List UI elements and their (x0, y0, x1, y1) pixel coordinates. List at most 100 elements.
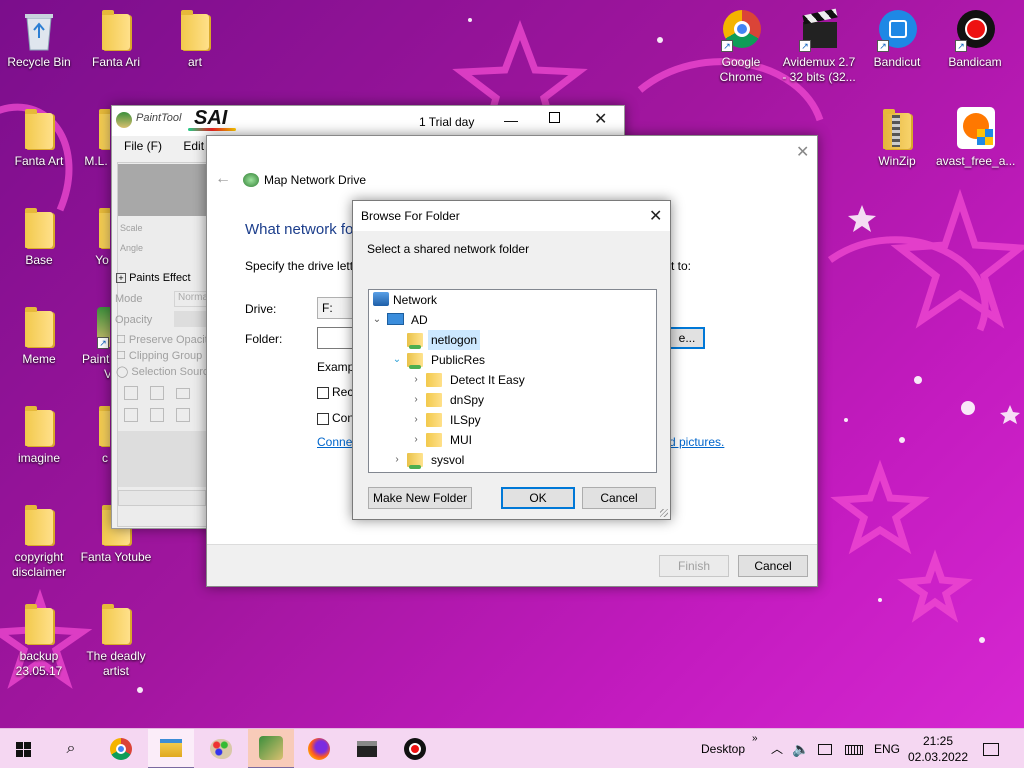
taskbar-bandicam[interactable] (392, 729, 438, 768)
drive-select[interactable]: F: (317, 297, 357, 319)
desktop-icon-label: Bandicam (948, 55, 1002, 69)
opacity-slider[interactable] (174, 311, 208, 327)
desktop-icon-label: Yo (95, 253, 109, 267)
chevron-right-icon[interactable]: › (410, 390, 422, 410)
drive-label: Drive: (245, 302, 277, 316)
new-linework-icon[interactable] (150, 386, 164, 400)
desktop-icon-avast[interactable]: avast_free_a... (936, 107, 1015, 169)
chevron-right-icon[interactable]: › (410, 430, 422, 450)
browse-for-folder-dialog[interactable]: Browse For Folder ✕ Select a shared netw… (352, 200, 671, 520)
browse-titlebar[interactable]: Browse For Folder ✕ (353, 201, 670, 231)
desktop-icon-bandicut[interactable]: ↗ Bandicut (858, 8, 936, 70)
taskbar-chrome[interactable] (98, 729, 144, 768)
show-hidden-icons-chevron-icon[interactable]: ︿ (771, 729, 783, 768)
pictures-link[interactable]: d pictures. (669, 435, 724, 449)
winzip-icon (877, 107, 917, 151)
folder-tree[interactable]: Network ⌄ AD netlogon ⌄ PublicRes › Dete… (368, 289, 657, 473)
clock[interactable]: 21:25 02.03.2022 (905, 733, 971, 765)
shared-folder-icon (407, 353, 423, 369)
close-button[interactable]: ✕ (649, 206, 662, 226)
desktop-icon-google-chrome[interactable]: ↗ Google Chrome (702, 8, 780, 85)
folder-icon (67, 107, 110, 151)
windows-logo-icon (15, 741, 31, 757)
chevron-right-icon[interactable]: › (410, 370, 422, 390)
navigator-preview (118, 164, 208, 216)
preserve-opacity-checkbox[interactable]: ☐ Preserve Opacity (116, 333, 213, 346)
panel-scrollbar[interactable] (118, 490, 206, 506)
search-button[interactable]: ⌕ (48, 729, 94, 768)
keyboard-icon[interactable] (845, 729, 863, 768)
maximize-button[interactable] (549, 112, 560, 123)
resize-grip-icon[interactable] (660, 509, 668, 517)
clear-layer-icon[interactable] (176, 408, 190, 422)
desktop-icon-yo[interactable]: Yo (64, 206, 110, 268)
back-arrow-icon[interactable]: ← (215, 170, 231, 188)
chevron-right-icon[interactable]: › (410, 410, 422, 430)
taskbar-avidemux[interactable] (344, 729, 390, 768)
taskbar-file-explorer[interactable] (148, 729, 194, 768)
desktop-toolbar-label[interactable]: Desktop (701, 729, 745, 768)
chevron-down-icon[interactable]: ⌄ (371, 310, 383, 330)
chevron-down-icon[interactable]: ⌄ (391, 350, 403, 370)
close-button[interactable]: ✕ (796, 142, 809, 162)
taskbar-firefox[interactable] (296, 729, 342, 768)
desktop-icon-c[interactable]: c (64, 404, 110, 466)
start-button[interactable] (0, 729, 46, 768)
clock-date: 02.03.2022 (907, 750, 969, 764)
copy-layer-icon[interactable] (124, 408, 138, 422)
folder-icon (426, 413, 442, 427)
desktop-icon-fanta-ari[interactable]: Fanta Ari (77, 8, 155, 70)
folder-input[interactable] (317, 327, 357, 349)
new-folder-icon[interactable] (176, 388, 190, 399)
desktop-icon-backup[interactable]: backup 23.05.17 (0, 602, 78, 679)
ok-button[interactable]: OK (501, 487, 575, 509)
desktop-icon-ml[interactable]: M.L. (64, 107, 110, 169)
desktop-icon-label: M.L. (84, 154, 108, 168)
chevron-right-icon[interactable]: › (391, 450, 403, 470)
taskbar-paint-palette[interactable] (198, 729, 244, 768)
layer-list[interactable] (118, 431, 206, 487)
desktop-icon-avidemux[interactable]: ↗ Avidemux 2.7- 32 bits (32... (780, 8, 858, 85)
bandicut-icon: ↗ (877, 8, 917, 52)
desktop-icon-painttool[interactable]: ↗ PaintTV (64, 305, 110, 382)
minimize-button[interactable]: — (504, 112, 518, 128)
example-label: Examp (317, 360, 355, 374)
make-new-folder-button[interactable]: Make New Folder (368, 487, 472, 509)
clipping-group-checkbox[interactable]: ☐ Clipping Group (116, 349, 202, 362)
reconnect-checkbox[interactable]: Rec (317, 385, 353, 399)
merge-layer-icon[interactable] (150, 408, 164, 422)
desktop-icon-art[interactable]: art (156, 8, 234, 70)
desktop-icon-label: art (187, 55, 202, 69)
cancel-button[interactable]: Cancel (738, 555, 808, 577)
browse-button[interactable]: e... (669, 327, 705, 349)
network-status-icon[interactable] (818, 729, 832, 768)
toolbar-overflow-icon[interactable]: » (752, 719, 758, 759)
language-indicator[interactable]: ENG (874, 729, 900, 768)
cancel-button[interactable]: Cancel (582, 487, 656, 509)
desktop-icon-winzip[interactable]: WinZip (858, 107, 936, 169)
connect-credentials-checkbox[interactable]: Con (317, 411, 354, 425)
folder-icon (67, 206, 110, 250)
paints-effect-header[interactable]: + Paints Effect (116, 272, 191, 284)
desktop-icon-label: backup 23.05.17 (15, 649, 63, 678)
bandicam-icon (404, 738, 426, 760)
sai-titlebar[interactable]: PaintTool SAI 1 Trial day — ✕ (112, 106, 624, 136)
desktop-icon-bandicam[interactable]: ↗ Bandicam (936, 8, 1014, 70)
new-layer-icon[interactable] (124, 386, 138, 400)
close-button[interactable]: ✕ (594, 109, 607, 129)
painttool-sai-icon (259, 736, 283, 760)
folder-icon (19, 107, 59, 151)
desktop-icon-the-deadly-artist[interactable]: The deadly artist (77, 602, 155, 679)
folder-label: Folder: (245, 332, 283, 346)
menu-file[interactable]: File (F) (124, 139, 162, 153)
mode-select[interactable]: Norma (174, 291, 208, 307)
taskbar-painttool-sai[interactable] (248, 729, 294, 768)
folder-icon (67, 404, 110, 448)
notifications-icon[interactable] (983, 729, 999, 768)
volume-icon[interactable]: 🔈 (792, 729, 809, 768)
finish-button[interactable]: Finish (659, 555, 729, 577)
selection-source-radio[interactable]: ◯ Selection Source (116, 365, 215, 378)
chrome-icon: ↗ (721, 8, 761, 52)
desktop-icon-recycle-bin[interactable]: Recycle Bin (0, 8, 78, 70)
desktop-icon-copyright-disclaimer[interactable]: copyright disclaimer (0, 503, 78, 580)
